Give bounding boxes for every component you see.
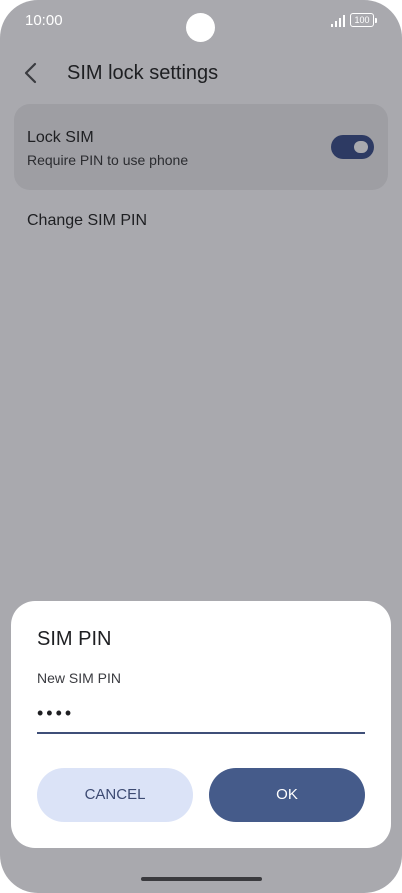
page-title: SIM lock settings — [67, 62, 219, 84]
home-indicator[interactable] — [141, 877, 262, 881]
status-bar: 10:00 100 — [0, 0, 402, 42]
ok-button[interactable]: OK — [209, 768, 365, 822]
app-header: SIM lock settings — [0, 52, 402, 96]
lock-sim-row[interactable]: Lock SIM Require PIN to use phone — [14, 104, 388, 190]
lock-sim-subtitle: Require PIN to use phone — [27, 152, 189, 168]
cancel-button[interactable]: CANCEL — [37, 768, 193, 822]
lock-sim-toggle[interactable] — [331, 135, 374, 159]
pin-input[interactable]: •••• — [37, 700, 365, 734]
change-sim-pin-item[interactable]: Change SIM PIN — [27, 212, 147, 230]
signal-icon — [331, 15, 345, 27]
status-time: 10:00 — [25, 12, 63, 29]
toggle-knob — [354, 141, 368, 153]
pin-field-label: New SIM PIN — [37, 670, 122, 686]
battery-level: 100 — [354, 15, 370, 25]
lock-sim-title: Lock SIM — [27, 129, 94, 146]
sim-pin-dialog: SIM PIN New SIM PIN •••• CANCEL OK — [11, 601, 391, 848]
dialog-title: SIM PIN — [37, 628, 112, 650]
back-arrow-icon[interactable] — [20, 62, 42, 84]
battery-icon: 100 — [350, 13, 377, 27]
front-camera — [186, 13, 215, 42]
phone-screen: 10:00 100 SIM lock settings Lock SIM Req… — [0, 0, 402, 893]
